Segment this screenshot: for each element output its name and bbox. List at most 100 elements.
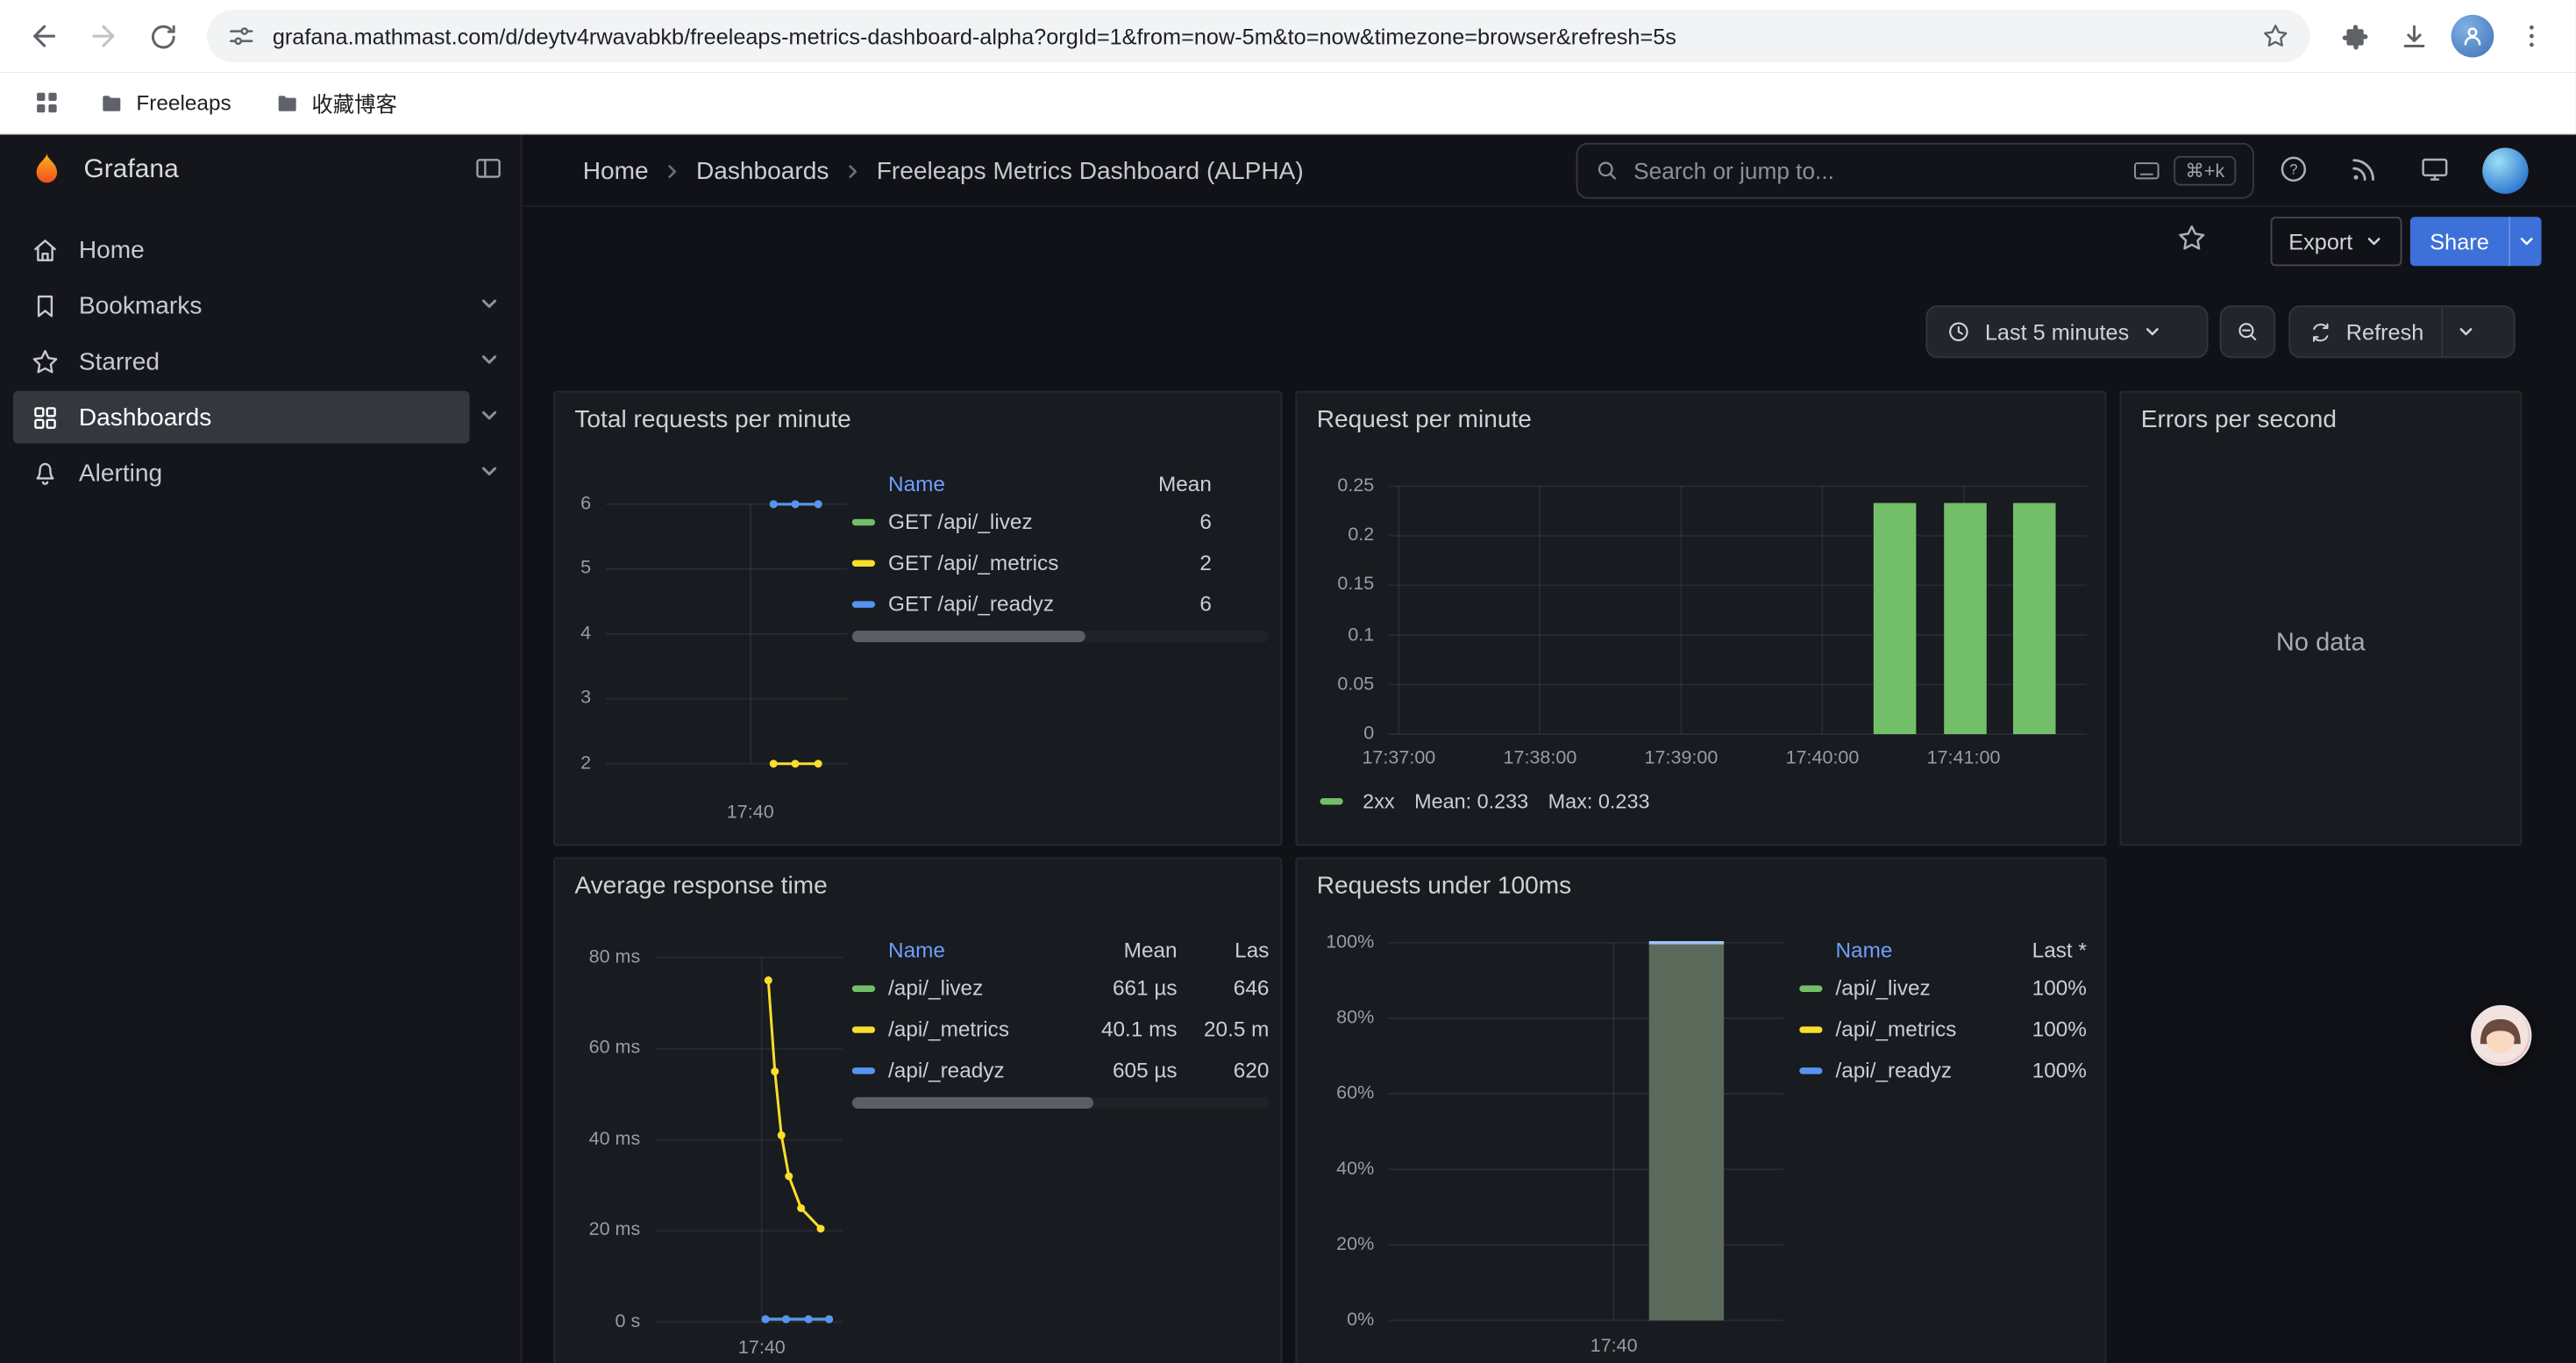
back-icon[interactable] [17,8,73,64]
legend-col-name[interactable]: Name [888,937,1082,961]
browser-menu-icon[interactable] [2504,8,2560,64]
panel-title[interactable]: Total requests per minute [574,406,850,434]
dock-menu-icon[interactable] [473,153,504,184]
legend-row[interactable]: /api/_metrics 40.1 ms 20.5 m [852,1009,1270,1050]
sidebar-item-alerting[interactable]: Alerting [13,446,470,499]
url-bar[interactable]: grafana.mathmast.com/d/deytv4rwavabkb/fr… [207,10,2310,62]
zoom-out-button[interactable] [2220,305,2276,358]
bookmark-icon [30,289,61,321]
series-swatch[interactable] [852,600,875,606]
help-icon[interactable]: ? [2277,153,2309,185]
forward-icon[interactable] [75,8,132,64]
downloads-icon[interactable] [2386,8,2442,64]
reload-icon[interactable] [135,8,191,64]
series-mean: 2 [1114,550,1212,574]
chart-requests-under-100ms[interactable] [1389,943,1783,1321]
legend-col-mean[interactable]: Mean [1082,937,1178,961]
legend-row[interactable]: /api/_livez 100% [1799,967,2087,1009]
series-swatch[interactable] [1320,798,1342,804]
legend-scrollbar[interactable] [852,1097,1270,1109]
sidebar-item-home[interactable]: Home [13,224,470,276]
series-swatch[interactable] [1799,1025,1822,1031]
series-name[interactable]: /api/_livez [888,975,1082,1000]
profile-avatar-icon[interactable] [2444,8,2501,64]
chart-total-requests[interactable] [606,504,847,764]
site-settings-icon[interactable] [226,21,256,51]
sidebar-item-dashboards[interactable]: Dashboards [13,391,470,444]
legend-col-name[interactable]: Name [1835,937,2009,961]
assistant-avatar[interactable] [2471,1005,2531,1066]
y-tick: 4 [580,623,591,646]
clock-icon [1946,318,1972,345]
series-name[interactable]: GET /api/_readyz [888,591,1114,616]
bookmark-star-icon[interactable] [2260,21,2290,51]
panel-legend: Name Last * /api/_livez 100% /api/_metri… [1799,931,2087,1091]
legend-row[interactable]: /api/_readyz 605 µs 620 [852,1050,1270,1091]
export-button[interactable]: Export [2271,217,2402,266]
time-range-picker[interactable]: Last 5 minutes [1925,305,2208,358]
legend-col-last[interactable]: Las [1178,937,1270,961]
panel-title[interactable]: Errors per second [2141,406,2337,434]
url-text[interactable]: grafana.mathmast.com/d/deytv4rwavabkb/fr… [273,24,2245,48]
zoom-out-icon [2234,318,2260,345]
sidebar-item-starred[interactable]: Starred [13,335,470,388]
legend-row[interactable]: /api/_metrics 100% [1799,1009,2087,1050]
brand[interactable]: Grafana [26,149,179,190]
refresh-interval-chevron-icon[interactable] [2442,307,2487,356]
apps-grid-icon[interactable] [23,80,68,125]
chevron-down-icon[interactable] [478,292,501,315]
legend-row[interactable]: /api/_readyz 100% [1799,1050,2087,1091]
share-label[interactable]: Share [2410,217,2508,266]
chevron-down-icon[interactable] [478,348,501,371]
news-rss-icon[interactable] [2348,153,2380,185]
chart-average-response-time[interactable] [655,958,842,1323]
panel-legend[interactable]: 2xx Mean: 0.233 Max: 0.233 [1320,790,1649,813]
time-range-label: Last 5 minutes [1985,319,2129,344]
bookmark-folder-blogs[interactable]: 收藏博客 [260,81,409,125]
series-name[interactable]: GET /api/_livez [888,509,1114,533]
legend-row[interactable]: GET /api/_readyz 6 [852,583,1270,624]
series-name[interactable]: GET /api/_metrics [888,550,1114,574]
series-name[interactable]: /api/_livez [1835,975,2009,1000]
series-name[interactable]: 2xx [1363,790,1394,813]
scrollbar-thumb[interactable] [852,631,1085,642]
chart-request-per-minute[interactable] [1389,486,2087,734]
refresh-button[interactable]: Refresh [2288,305,2515,358]
share-button[interactable]: Share [2410,217,2542,266]
series-name[interactable]: /api/_metrics [888,1017,1082,1041]
y-tick: 5 [580,557,591,580]
favorite-star-icon[interactable] [2175,222,2208,254]
sidebar-item-bookmarks[interactable]: Bookmarks [13,279,470,332]
user-avatar[interactable] [2482,148,2528,194]
series-name[interactable]: /api/_readyz [1835,1058,2009,1082]
legend-row[interactable]: GET /api/_livez 6 [852,501,1270,542]
series-swatch[interactable] [1799,1067,1822,1073]
search-box[interactable]: ⌘+k [1576,143,2254,199]
series-swatch[interactable] [852,518,875,525]
legend-row[interactable]: /api/_livez 661 µs 646 [852,967,1270,1009]
scrollbar-thumb[interactable] [852,1097,1093,1109]
series-swatch[interactable] [852,985,875,991]
series-swatch[interactable] [852,1067,875,1073]
legend-col-mean[interactable]: Mean [1114,470,1212,495]
breadcrumb-home[interactable]: Home [583,157,649,185]
series-name[interactable]: /api/_readyz [888,1058,1082,1082]
share-menu-chevron-icon[interactable] [2508,217,2541,266]
search-input[interactable] [1633,158,2119,184]
series-swatch[interactable] [852,1025,875,1031]
series-name[interactable]: /api/_metrics [1835,1017,2009,1041]
breadcrumb-dashboards[interactable]: Dashboards [696,157,829,185]
chevron-right-icon [842,161,863,182]
series-swatch[interactable] [1799,985,1822,991]
panel-requests-under-100ms: Requests under 100ms 100% 80% 60% 40% 20… [1295,857,2106,1363]
monitor-icon[interactable] [2418,153,2451,185]
chevron-down-icon[interactable] [478,460,501,482]
chevron-down-icon[interactable] [478,404,501,427]
series-swatch[interactable] [852,560,875,566]
legend-scrollbar[interactable] [852,631,1270,642]
legend-col-last[interactable]: Last * [2010,937,2087,961]
legend-row[interactable]: GET /api/_metrics 2 [852,542,1270,583]
bookmark-folder-freeleaps[interactable]: Freeleaps [85,83,244,123]
extensions-icon[interactable] [2326,8,2382,64]
legend-col-name[interactable]: Name [888,470,1114,495]
